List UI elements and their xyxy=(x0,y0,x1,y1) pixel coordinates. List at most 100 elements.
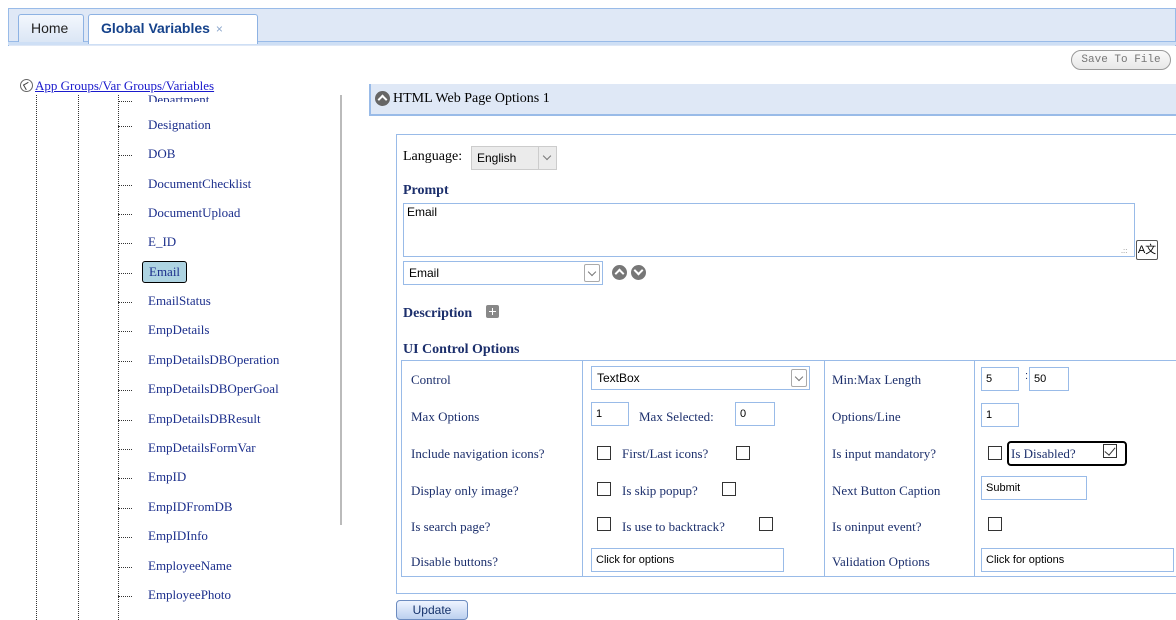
move-up-icon[interactable] xyxy=(612,265,627,280)
tab-global-variables[interactable]: Global Variables × xyxy=(88,14,258,44)
tree-item-label: EmpDetailsDBResult xyxy=(148,411,261,426)
tree-item[interactable]: Designation xyxy=(118,115,217,135)
collapse-icon[interactable] xyxy=(375,91,390,106)
max-length-field[interactable]: 50 xyxy=(1029,367,1069,391)
skip-popup-label: Is skip popup? xyxy=(622,483,698,498)
disable-buttons-field[interactable]: Click for options xyxy=(591,548,784,572)
grid-divider xyxy=(582,360,583,577)
validation-options-field[interactable]: Click for options xyxy=(981,548,1174,572)
tree-item[interactable]: EmpIDInfo xyxy=(118,526,214,546)
tree-item[interactable]: EmpDetailsDBOperGoal xyxy=(118,379,285,399)
tree-item[interactable]: EmployeePhoto xyxy=(118,585,237,605)
tree-item[interactable]: EmpDetailsDBResult xyxy=(118,409,267,429)
tree-item[interactable]: EmailStatus xyxy=(118,291,217,311)
first-last-icons-checkbox[interactable] xyxy=(736,446,750,460)
input-mandatory-label: Is input mandatory? xyxy=(832,446,936,461)
panel-title: HTML Web Page Options 1 xyxy=(393,91,550,106)
tree-item-label: EmpIDFromDB xyxy=(148,499,233,514)
tree-item[interactable]: E_ID xyxy=(118,232,182,252)
tree-guide-line xyxy=(36,95,37,620)
include-nav-icons-checkbox[interactable] xyxy=(597,446,611,460)
max-options-label: Max Options xyxy=(411,409,480,424)
save-to-file-button[interactable]: Save To File xyxy=(1071,50,1171,70)
tree-item[interactable]: EmpIDFromDB xyxy=(118,497,239,517)
tree-item-label: EmpDetails xyxy=(148,322,210,337)
grid-divider xyxy=(824,360,825,577)
tree-item-label: Designation xyxy=(148,117,211,132)
tree-item-label: DOB xyxy=(148,146,176,161)
tree-item-label: E_ID xyxy=(148,234,177,249)
max-selected-field[interactable]: 0 xyxy=(735,402,775,426)
min-length-field[interactable]: 5 xyxy=(981,367,1019,391)
tree-item-label: EmpID xyxy=(148,469,187,484)
tree-item[interactable]: DOB xyxy=(118,144,181,164)
tree-item[interactable]: DocumentUpload xyxy=(118,203,246,223)
ui-options-heading: UI Control Options xyxy=(403,342,520,357)
skip-popup-checkbox[interactable] xyxy=(722,482,736,496)
tree-item[interactable]: EmpDetailsDBOperation xyxy=(118,350,285,370)
tree-item[interactable]: Department xyxy=(118,92,215,102)
first-last-icons-label: First/Last icons? xyxy=(622,446,709,461)
move-down-icon[interactable] xyxy=(631,265,646,280)
validation-options-label: Validation Options xyxy=(832,554,930,569)
grid-divider xyxy=(974,360,975,577)
include-nav-icons-label: Include navigation icons? xyxy=(411,446,545,461)
use-to-backtrack-checkbox[interactable] xyxy=(759,517,773,531)
ui-options-grid xyxy=(401,360,1176,577)
chevron-down-icon xyxy=(791,369,807,387)
tree-item-label: DocumentUpload xyxy=(148,205,241,220)
tree-item[interactable]: DocumentChecklist xyxy=(118,174,257,194)
tree-item-label: EmpDetailsDBOperGoal xyxy=(148,381,279,396)
next-button-caption-label: Next Button Caption xyxy=(832,483,941,498)
display-only-image-checkbox[interactable] xyxy=(597,482,611,496)
tree-item-label: EmployeeName xyxy=(148,558,232,573)
input-mandatory-checkbox[interactable] xyxy=(988,446,1002,460)
resize-grip-icon[interactable]: .:: xyxy=(1121,246,1127,255)
language-label: Language: xyxy=(403,149,463,164)
prompt-textarea[interactable]: Email xyxy=(403,203,1135,257)
search-page-label: Is search page? xyxy=(411,519,491,534)
max-options-field[interactable]: 1 xyxy=(591,402,629,426)
tab-home-label: Home xyxy=(31,20,69,36)
prompt-variable-value: Email xyxy=(409,266,440,280)
options-per-line-label: Options/Line xyxy=(832,409,901,424)
tree-item[interactable]: EmployeeName xyxy=(118,556,238,576)
control-label: Control xyxy=(411,372,451,387)
close-icon[interactable]: × xyxy=(216,22,223,36)
tree-item-label: EmpIDInfo xyxy=(148,528,208,543)
use-to-backtrack-label: Is use to backtrack? xyxy=(622,519,725,534)
min-max-separator: : xyxy=(1025,370,1029,382)
panel-header: HTML Web Page Options 1 xyxy=(369,84,1176,116)
prompt-variable-select[interactable]: Email xyxy=(403,261,603,285)
tree-item-label: EmployeePhoto xyxy=(148,587,232,602)
update-button[interactable]: Update xyxy=(396,600,468,620)
disable-buttons-label: Disable buttons? xyxy=(411,554,499,569)
language-select[interactable]: English xyxy=(471,146,557,170)
oninput-event-checkbox[interactable] xyxy=(988,517,1002,531)
tab-home[interactable]: Home xyxy=(18,14,84,42)
tree-item-label: Department xyxy=(148,92,210,102)
tree-root-label: App Groups/Var Groups/Variables xyxy=(35,78,215,93)
tree-item-selected[interactable]: Email xyxy=(118,261,188,283)
tree-item-label: EmpDetailsDBOperation xyxy=(148,352,280,367)
is-disabled-label: Is Disabled? xyxy=(1011,446,1076,461)
tree-item[interactable]: EmpDetailsFormVar xyxy=(118,438,262,458)
is-disabled-checkbox[interactable] xyxy=(1103,444,1117,458)
expand-plus-icon[interactable] xyxy=(486,305,499,318)
control-select[interactable]: TextBox xyxy=(591,366,810,390)
prompt-heading: Prompt xyxy=(403,183,449,198)
translate-icon[interactable]: A文 xyxy=(1136,240,1158,260)
tree-item-label: Email xyxy=(142,261,188,283)
max-selected-label: Max Selected: xyxy=(639,409,714,424)
tab-bar: Home Global Variables × xyxy=(0,0,1176,46)
chevron-down-icon xyxy=(584,264,600,282)
search-page-checkbox[interactable] xyxy=(597,517,611,531)
tree-item[interactable]: EmpDetails xyxy=(118,320,215,340)
tree-item[interactable]: EmpID xyxy=(118,467,192,487)
display-only-image-label: Display only image? xyxy=(411,483,519,498)
options-per-line-field[interactable]: 1 xyxy=(981,403,1019,427)
next-button-caption-field[interactable]: Submit xyxy=(981,476,1087,500)
description-heading: Description xyxy=(403,306,473,321)
tree-scrollbar[interactable] xyxy=(340,95,342,525)
tree-guide-line xyxy=(78,95,79,620)
